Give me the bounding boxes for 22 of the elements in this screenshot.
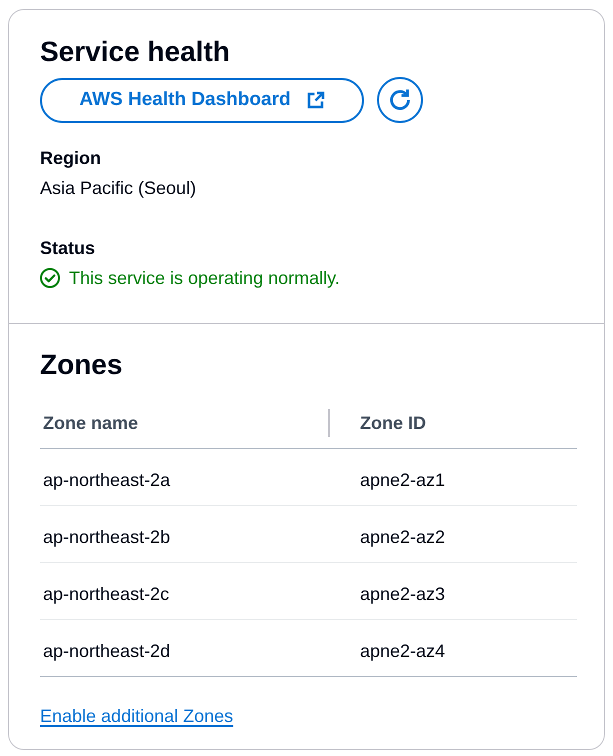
table-cell-text: ap-northeast-2c	[42, 582, 170, 606]
table-cell-text: ap-northeast-2d	[42, 640, 172, 662]
table-cell-text: apne2-az3	[359, 582, 446, 606]
success-check-icon	[40, 268, 60, 288]
enable-zones-link[interactable]: Enable additional Zones	[40, 706, 234, 726]
table-cell-text: apne2-az1	[359, 468, 446, 492]
table-cell-text: apne2-az4	[359, 640, 446, 662]
section-title: Zones	[40, 348, 124, 382]
status-text: This service is operating normally.	[69, 267, 340, 290]
field-value: Asia Pacific (Seoul)	[40, 177, 198, 200]
field-label: Status	[40, 237, 96, 260]
refresh-icon	[388, 88, 412, 112]
column-header: Zone name	[42, 412, 140, 434]
table-cell-text: ap-northeast-2b	[42, 526, 172, 548]
table-cell-text: apne2-az2	[359, 526, 446, 548]
panel-title: Service health	[40, 35, 231, 69]
field-label: Region	[40, 147, 102, 170]
health-dashboard-button[interactable]: AWS Health Dashboard	[40, 78, 364, 122]
refresh-button[interactable]	[377, 77, 423, 123]
external-link-icon	[306, 91, 325, 109]
column-header: Zone ID	[359, 412, 426, 434]
table-cell-text: ap-northeast-2a	[42, 468, 172, 492]
